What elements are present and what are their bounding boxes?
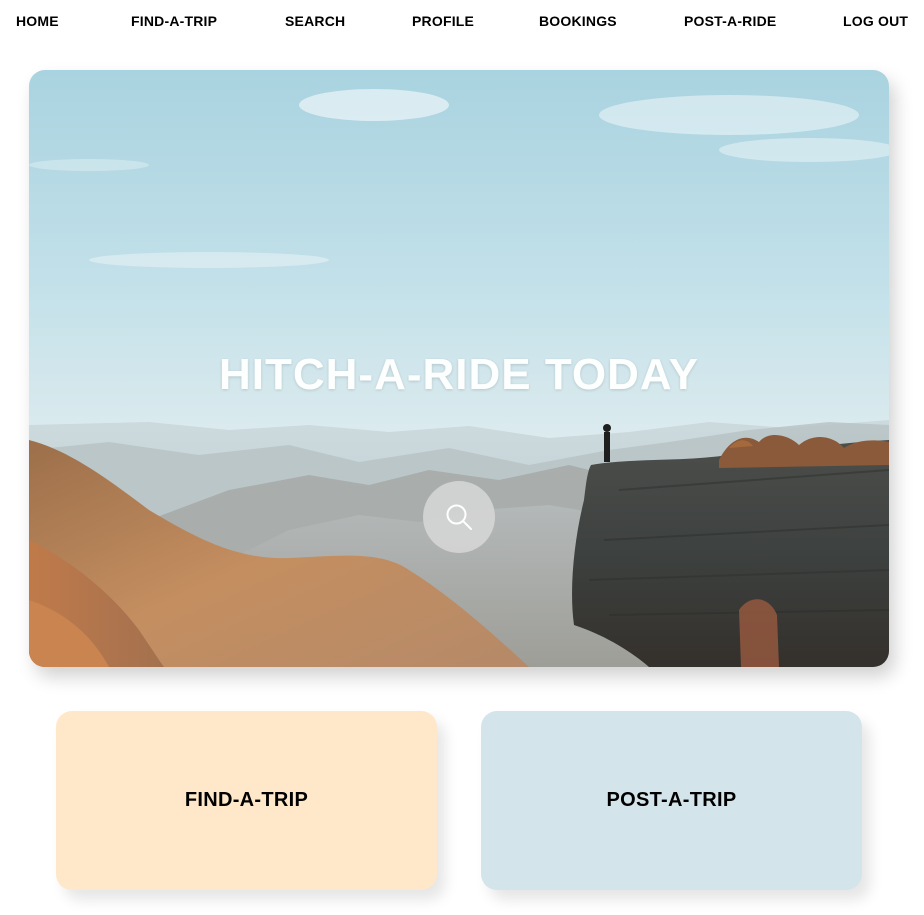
hero-search-button[interactable] bbox=[423, 481, 495, 553]
nav-search-link[interactable]: SEARCH bbox=[285, 13, 345, 29]
nav-home-link[interactable]: HOME bbox=[16, 13, 59, 29]
post-a-trip-card-label: POST-A-TRIP bbox=[606, 789, 737, 811]
post-a-trip-card[interactable]: POST-A-TRIP bbox=[481, 711, 862, 890]
nav-find-a-trip-link[interactable]: FIND-A-TRIP bbox=[131, 13, 217, 29]
nav-log-out-link[interactable]: LOG OUT bbox=[843, 13, 908, 29]
top-nav: HOME FIND-A-TRIP SEARCH PROFILE BOOKINGS… bbox=[0, 0, 924, 44]
nav-bookings-link[interactable]: BOOKINGS bbox=[539, 13, 617, 29]
search-icon bbox=[446, 504, 472, 530]
hero-banner: HITCH-A-RIDE TODAY bbox=[29, 70, 889, 667]
nav-post-a-ride-link[interactable]: POST-A-RIDE bbox=[684, 13, 776, 29]
nav-profile-link[interactable]: PROFILE bbox=[412, 13, 474, 29]
find-a-trip-card-label: FIND-A-TRIP bbox=[184, 789, 309, 811]
find-a-trip-card[interactable]: FIND-A-TRIP bbox=[56, 711, 437, 890]
hero-title: HITCH-A-RIDE TODAY bbox=[218, 350, 700, 399]
